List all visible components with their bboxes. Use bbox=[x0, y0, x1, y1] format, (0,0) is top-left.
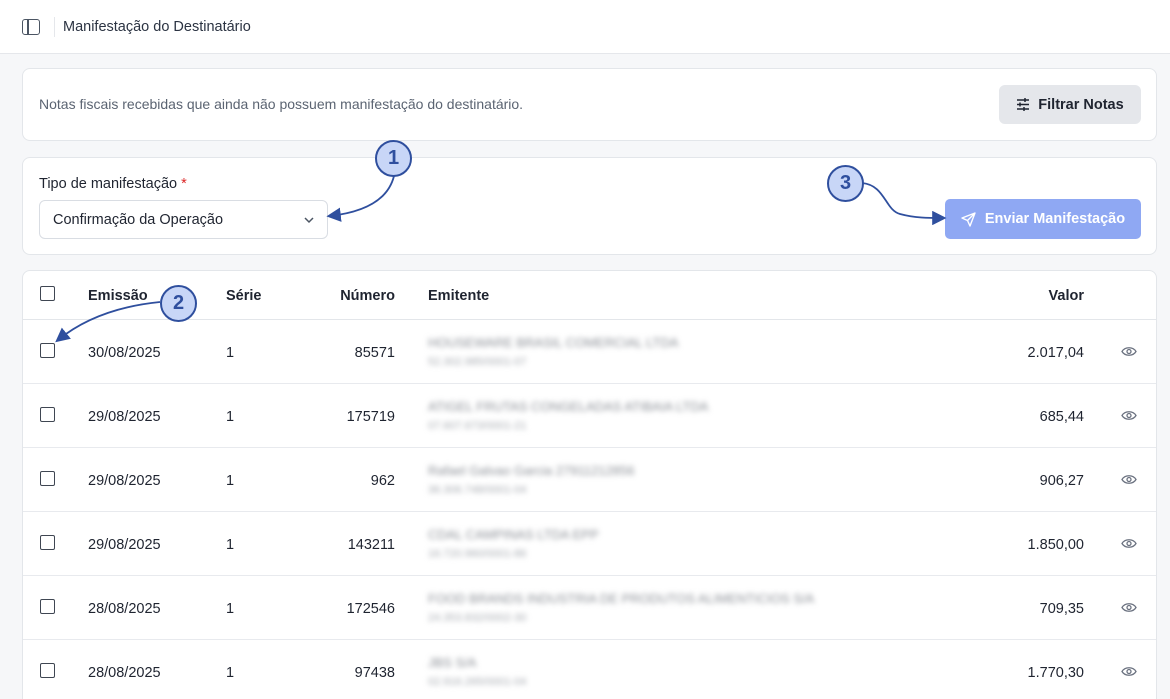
top-bar: Manifestação do Destinatário bbox=[0, 0, 1170, 54]
row-emissao: 29/08/2025 bbox=[88, 473, 161, 489]
row-checkbox[interactable] bbox=[40, 407, 55, 422]
eye-icon[interactable] bbox=[1121, 666, 1137, 677]
eye-icon[interactable] bbox=[1121, 346, 1137, 357]
manifest-type-select[interactable]: Confirmação da Operação bbox=[39, 200, 328, 239]
row-emitente-doc: 24.353.832/0002-30 bbox=[428, 612, 527, 624]
col-emitente[interactable]: Emitente bbox=[428, 288, 489, 304]
table-row[interactable]: 29/08/2025 1 143211 CDAL CAMPINAS LTDA E… bbox=[23, 512, 1156, 576]
invoice-table: Emissão Série Número Emitente Valor 30/0… bbox=[22, 270, 1157, 699]
table-row[interactable]: 28/08/2025 1 97438 JBS S/A 02.916.265/00… bbox=[23, 640, 1156, 699]
row-emitente-name: CDAL CAMPINAS LTDA EPP bbox=[428, 527, 599, 542]
table-row[interactable]: 30/08/2025 1 85571 HOUSEWARE BRASIL COME… bbox=[23, 320, 1156, 384]
row-emitente-name: FOOD BRANDS INDUSTRIA DE PRODUTOS ALIMEN… bbox=[428, 591, 815, 606]
manifest-card: Tipo de manifestação * Confirmação da Ope… bbox=[22, 157, 1157, 255]
row-emitente-doc: 16.720.960/0001-86 bbox=[428, 548, 527, 560]
row-emissao: 30/08/2025 bbox=[88, 345, 161, 361]
row-serie: 1 bbox=[226, 345, 235, 361]
row-checkbox[interactable] bbox=[40, 663, 55, 678]
row-emitente-name: HOUSEWARE BRASIL COMERCIAL LTDA bbox=[428, 335, 679, 350]
annotation-marker-2: 2 bbox=[160, 285, 197, 322]
annotation-marker-3: 3 bbox=[827, 165, 864, 202]
required-mark: * bbox=[181, 176, 187, 192]
row-emitente-doc: 36.306.748/0001-04 bbox=[428, 484, 527, 496]
manifest-type-value: Confirmação da Operação bbox=[53, 211, 224, 228]
table-row[interactable]: 28/08/2025 1 172546 FOOD BRANDS INDUSTRI… bbox=[23, 576, 1156, 640]
row-valor: 685,44 bbox=[1039, 409, 1084, 425]
row-emitente-name: Rafael Galvao Garcia 27911212856 bbox=[428, 463, 635, 478]
table-row[interactable]: 29/08/2025 1 175719 ATIGEL FRUTAS CONGEL… bbox=[23, 384, 1156, 448]
row-emissao: 28/08/2025 bbox=[88, 665, 161, 681]
chevron-down-icon bbox=[304, 217, 314, 224]
sidebar-toggle-icon[interactable] bbox=[22, 18, 40, 35]
eye-icon[interactable] bbox=[1121, 410, 1137, 421]
annotation-marker-1: 1 bbox=[375, 140, 412, 177]
row-numero: 962 bbox=[370, 473, 395, 489]
row-serie: 1 bbox=[226, 601, 235, 617]
row-emitente-doc: 52.302.985/0001-07 bbox=[428, 356, 527, 368]
filter-notes-button[interactable]: Filtrar Notas bbox=[999, 85, 1141, 124]
send-manifest-button[interactable]: Enviar Manifestação bbox=[945, 199, 1141, 239]
row-emitente-doc: 02.916.265/0001-04 bbox=[428, 676, 527, 688]
row-emitente-doc: 07.607.673/0001-21 bbox=[428, 420, 527, 432]
select-all-checkbox[interactable] bbox=[40, 286, 55, 301]
row-numero: 143211 bbox=[347, 537, 395, 553]
row-emitente-name: JBS S/A bbox=[428, 655, 477, 670]
row-emissao: 28/08/2025 bbox=[88, 601, 161, 617]
row-emissao: 29/08/2025 bbox=[88, 537, 161, 553]
col-valor[interactable]: Valor bbox=[1049, 288, 1084, 304]
header-divider bbox=[54, 16, 55, 37]
row-valor: 709,35 bbox=[1039, 601, 1084, 617]
row-valor: 1.850,00 bbox=[1027, 537, 1084, 553]
send-manifest-label: Enviar Manifestação bbox=[984, 211, 1126, 227]
eye-icon[interactable] bbox=[1121, 538, 1137, 549]
col-emissao[interactable]: Emissão bbox=[88, 288, 148, 304]
row-valor: 1.770,30 bbox=[1027, 665, 1084, 681]
row-emitente-name: ATIGEL FRUTAS CONGELADAS ATIBAIA LTDA bbox=[428, 399, 709, 414]
table-row[interactable]: 29/08/2025 1 962 Rafael Galvao Garcia 27… bbox=[23, 448, 1156, 512]
row-numero: 172546 bbox=[346, 601, 395, 617]
row-checkbox[interactable] bbox=[40, 599, 55, 614]
row-checkbox[interactable] bbox=[40, 535, 55, 550]
row-numero: 175719 bbox=[346, 409, 395, 425]
row-serie: 1 bbox=[226, 409, 235, 425]
page-title: Manifestação do Destinatário bbox=[63, 18, 251, 35]
row-serie: 1 bbox=[226, 665, 235, 681]
manifest-type-label-text: Tipo de manifestação bbox=[39, 176, 178, 192]
eye-icon[interactable] bbox=[1121, 602, 1137, 613]
row-checkbox[interactable] bbox=[40, 343, 55, 358]
info-description: Notas fiscais recebidas que ainda não po… bbox=[39, 96, 524, 112]
row-valor: 906,27 bbox=[1039, 473, 1084, 489]
row-numero: 85571 bbox=[354, 345, 395, 361]
row-emissao: 29/08/2025 bbox=[88, 409, 161, 425]
info-card: Notas fiscais recebidas que ainda não po… bbox=[22, 68, 1157, 141]
row-numero: 97438 bbox=[354, 665, 395, 681]
row-valor: 2.017,04 bbox=[1027, 345, 1084, 361]
row-checkbox[interactable] bbox=[40, 471, 55, 486]
col-serie[interactable]: Série bbox=[226, 288, 261, 304]
row-serie: 1 bbox=[226, 473, 235, 489]
manifest-type-label: Tipo de manifestação * bbox=[39, 176, 187, 192]
row-serie: 1 bbox=[226, 537, 235, 553]
send-icon bbox=[961, 211, 976, 227]
filter-notes-label: Filtrar Notas bbox=[1038, 96, 1124, 113]
sliders-icon bbox=[1017, 98, 1030, 111]
eye-icon[interactable] bbox=[1121, 474, 1137, 485]
col-numero[interactable]: Número bbox=[340, 288, 395, 304]
